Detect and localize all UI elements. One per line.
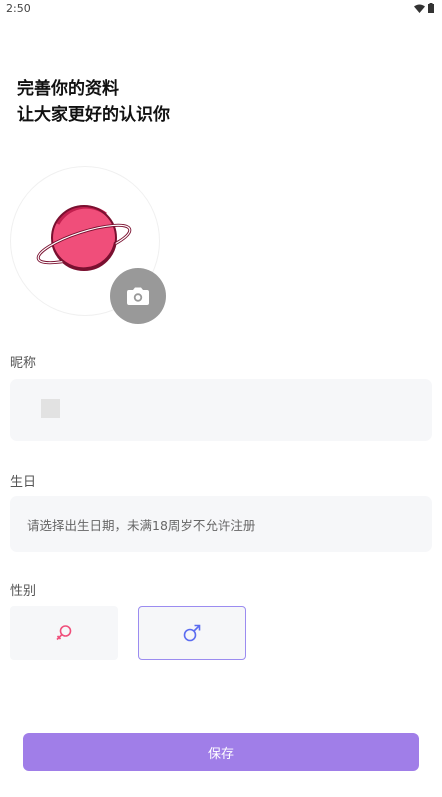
headline-line-2: 让大家更好的认识你	[17, 105, 170, 125]
birthday-label: 生日	[10, 475, 37, 490]
planet-icon	[36, 205, 132, 271]
camera-button[interactable]	[110, 268, 166, 324]
nickname-label: 昵称	[10, 356, 37, 371]
status-bar: 2:50	[0, 0, 442, 20]
gender-male-option[interactable]	[138, 606, 246, 660]
wifi-icon	[414, 4, 425, 13]
avatar[interactable]	[10, 166, 166, 324]
headline-line-1: 完善你的资料	[17, 79, 119, 99]
battery-icon	[428, 3, 434, 13]
nickname-input[interactable]	[10, 379, 432, 441]
birthday-picker[interactable]: 请选择出生日期，未满18周岁不允许注册	[10, 496, 432, 552]
status-time: 2:50	[6, 2, 31, 15]
page-headline: 完善你的资料 让大家更好的认识你	[17, 76, 170, 128]
camera-icon	[127, 287, 149, 305]
input-cursor-placeholder	[41, 399, 60, 418]
gender-female-option[interactable]	[10, 606, 118, 660]
status-icons	[414, 3, 434, 13]
male-icon	[183, 624, 201, 642]
gender-label: 性别	[10, 584, 37, 599]
profile-setup-page: 2:50 完善你的资料 让大家更好的认识你 昵称 生日 请选择出生日期，未满18…	[0, 0, 442, 797]
birthday-placeholder: 请选择出生日期，未满18周岁不允许注册	[27, 518, 256, 533]
save-button[interactable]: 保存	[23, 733, 419, 771]
female-icon	[56, 625, 72, 641]
